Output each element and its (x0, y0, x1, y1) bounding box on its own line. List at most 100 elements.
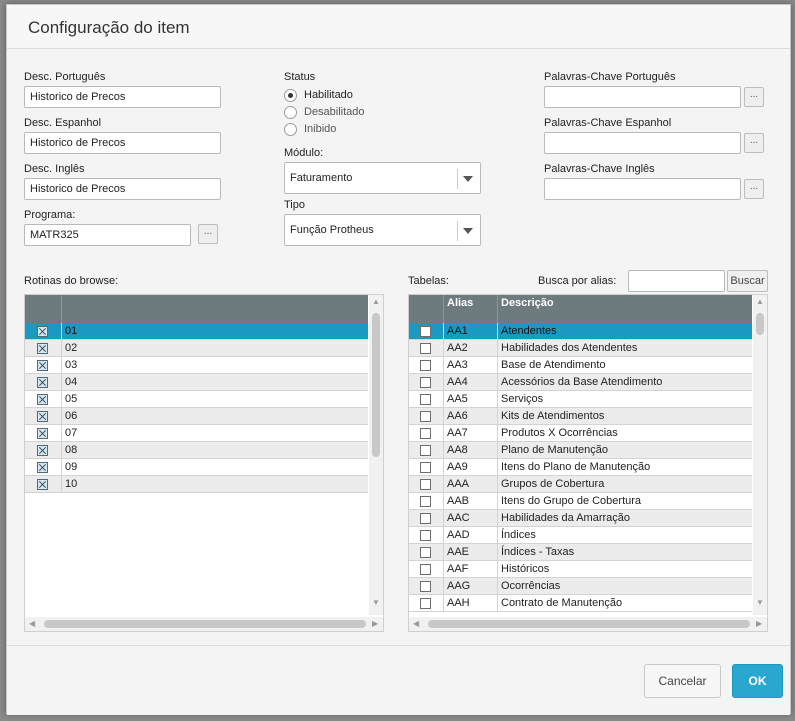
routine-row[interactable]: 07 (25, 425, 368, 442)
routines-grid-header (25, 295, 368, 323)
scroll-up-icon[interactable]: ▲ (756, 298, 764, 306)
table-row[interactable]: AAE Índices - Taxas (409, 544, 752, 561)
table-check-cell (409, 425, 444, 442)
routine-row[interactable]: 01 (25, 323, 368, 340)
table-row[interactable]: AAH Contrato de Manutenção (409, 595, 752, 612)
desc-pt-input[interactable] (24, 86, 221, 108)
scroll-right-icon[interactable]: ▶ (372, 620, 378, 628)
table-row[interactable]: AAB Itens do Grupo de Cobertura (409, 493, 752, 510)
table-row[interactable]: AA8 Plano de Manutenção (409, 442, 752, 459)
routine-row[interactable]: 10 (25, 476, 368, 493)
checkbox-icon[interactable] (420, 581, 431, 592)
checkbox-icon[interactable] (420, 479, 431, 490)
table-check-cell (409, 374, 444, 391)
checkbox-icon[interactable] (37, 479, 48, 490)
scrollbar-thumb[interactable] (44, 620, 366, 628)
checkbox-icon[interactable] (37, 343, 48, 354)
checkbox-icon[interactable] (37, 445, 48, 456)
checkbox-icon[interactable] (37, 360, 48, 371)
checkbox-icon[interactable] (420, 428, 431, 439)
scroll-left-icon[interactable]: ◀ (29, 620, 35, 628)
table-row[interactable]: AA6 Kits de Atendimentos (409, 408, 752, 425)
scroll-up-icon[interactable]: ▲ (372, 298, 380, 306)
table-row[interactable]: AAA Grupos de Cobertura (409, 476, 752, 493)
table-row[interactable]: AAC Habilidades da Amarração (409, 510, 752, 527)
tables-horizontal-scrollbar[interactable]: ◀ ▶ (409, 617, 767, 631)
scrollbar-thumb[interactable] (428, 620, 750, 628)
scroll-left-icon[interactable]: ◀ (413, 620, 419, 628)
programa-lookup-button[interactable]: ... (198, 224, 218, 244)
checkbox-icon[interactable] (420, 394, 431, 405)
table-row[interactable]: AAD Índices (409, 527, 752, 544)
keywords-en-input[interactable] (544, 178, 741, 200)
description-column-header[interactable]: Descrição (498, 295, 752, 323)
alias-column-header[interactable]: Alias (444, 295, 498, 323)
routine-check-cell (25, 459, 62, 476)
ok-button[interactable]: OK (732, 664, 783, 698)
routine-row[interactable]: 09 (25, 459, 368, 476)
tipo-label: Tipo (284, 199, 305, 211)
search-alias-input[interactable] (628, 270, 725, 292)
routine-row[interactable]: 05 (25, 391, 368, 408)
keywords-pt-input[interactable] (544, 86, 741, 108)
checkbox-icon[interactable] (420, 598, 431, 609)
checkbox-icon[interactable] (420, 377, 431, 388)
desc-es-input[interactable] (24, 132, 221, 154)
table-row[interactable]: AAG Ocorrências (409, 578, 752, 595)
table-row[interactable]: AA3 Base de Atendimento (409, 357, 752, 374)
keywords-es-lookup-button[interactable]: ... (744, 133, 764, 153)
table-row[interactable]: AA2 Habilidades dos Atendentes (409, 340, 752, 357)
checkbox-icon[interactable] (420, 564, 431, 575)
table-row[interactable]: AA1 Atendentes (409, 323, 752, 340)
keywords-es-input[interactable] (544, 132, 741, 154)
table-row[interactable]: AA9 Itens do Plano de Manutenção (409, 459, 752, 476)
checkbox-icon[interactable] (37, 428, 48, 439)
routine-row[interactable]: 06 (25, 408, 368, 425)
table-row[interactable]: AAF Históricos (409, 561, 752, 578)
keywords-en-lookup-button[interactable]: ... (744, 179, 764, 199)
scrollbar-thumb[interactable] (372, 313, 380, 457)
scrollbar-thumb[interactable] (756, 313, 764, 335)
table-row[interactable]: AA7 Produtos X Ocorrências (409, 425, 752, 442)
checkbox-icon[interactable] (37, 394, 48, 405)
table-check-cell (409, 408, 444, 425)
dialog-titlebar: Configuração do item (7, 5, 790, 49)
checkbox-icon[interactable] (420, 547, 431, 558)
cancel-button[interactable]: Cancelar (644, 664, 721, 698)
checkbox-icon[interactable] (37, 326, 48, 337)
checkbox-icon[interactable] (420, 360, 431, 371)
tipo-select[interactable]: Função Protheus (284, 214, 481, 246)
checkbox-icon[interactable] (420, 496, 431, 507)
checkbox-icon[interactable] (37, 462, 48, 473)
modulo-select[interactable]: Faturamento (284, 162, 481, 194)
checkbox-icon[interactable] (420, 343, 431, 354)
table-row[interactable]: AA5 Serviços (409, 391, 752, 408)
checkbox-icon[interactable] (420, 326, 431, 337)
tables-vertical-scrollbar[interactable]: ▲ ▼ (753, 295, 767, 615)
routines-horizontal-scrollbar[interactable]: ◀ ▶ (25, 617, 383, 631)
routine-row[interactable]: 02 (25, 340, 368, 357)
checkbox-icon[interactable] (420, 530, 431, 541)
checkbox-icon[interactable] (37, 377, 48, 388)
table-row[interactable]: AA4 Acessórios da Base Atendimento (409, 374, 752, 391)
status-option-label: Habilitado (304, 89, 353, 101)
item-config-dialog: Configuração do item Desc. Português Des… (6, 4, 791, 715)
checkbox-icon[interactable] (420, 513, 431, 524)
routine-row[interactable]: 04 (25, 374, 368, 391)
routine-check-cell (25, 476, 62, 493)
checkbox-icon[interactable] (420, 411, 431, 422)
desc-en-input[interactable] (24, 178, 221, 200)
checkbox-icon[interactable] (420, 462, 431, 473)
scroll-down-icon[interactable]: ▼ (756, 599, 764, 607)
keywords-pt-lookup-button[interactable]: ... (744, 87, 764, 107)
search-button[interactable]: Buscar (727, 270, 768, 292)
routine-row[interactable]: 08 (25, 442, 368, 459)
scroll-down-icon[interactable]: ▼ (372, 599, 380, 607)
programa-input[interactable] (24, 224, 191, 246)
alias-cell: AA9 (444, 459, 498, 476)
routines-vertical-scrollbar[interactable]: ▲ ▼ (369, 295, 383, 615)
scroll-right-icon[interactable]: ▶ (756, 620, 762, 628)
checkbox-icon[interactable] (37, 411, 48, 422)
checkbox-icon[interactable] (420, 445, 431, 456)
routine-row[interactable]: 03 (25, 357, 368, 374)
